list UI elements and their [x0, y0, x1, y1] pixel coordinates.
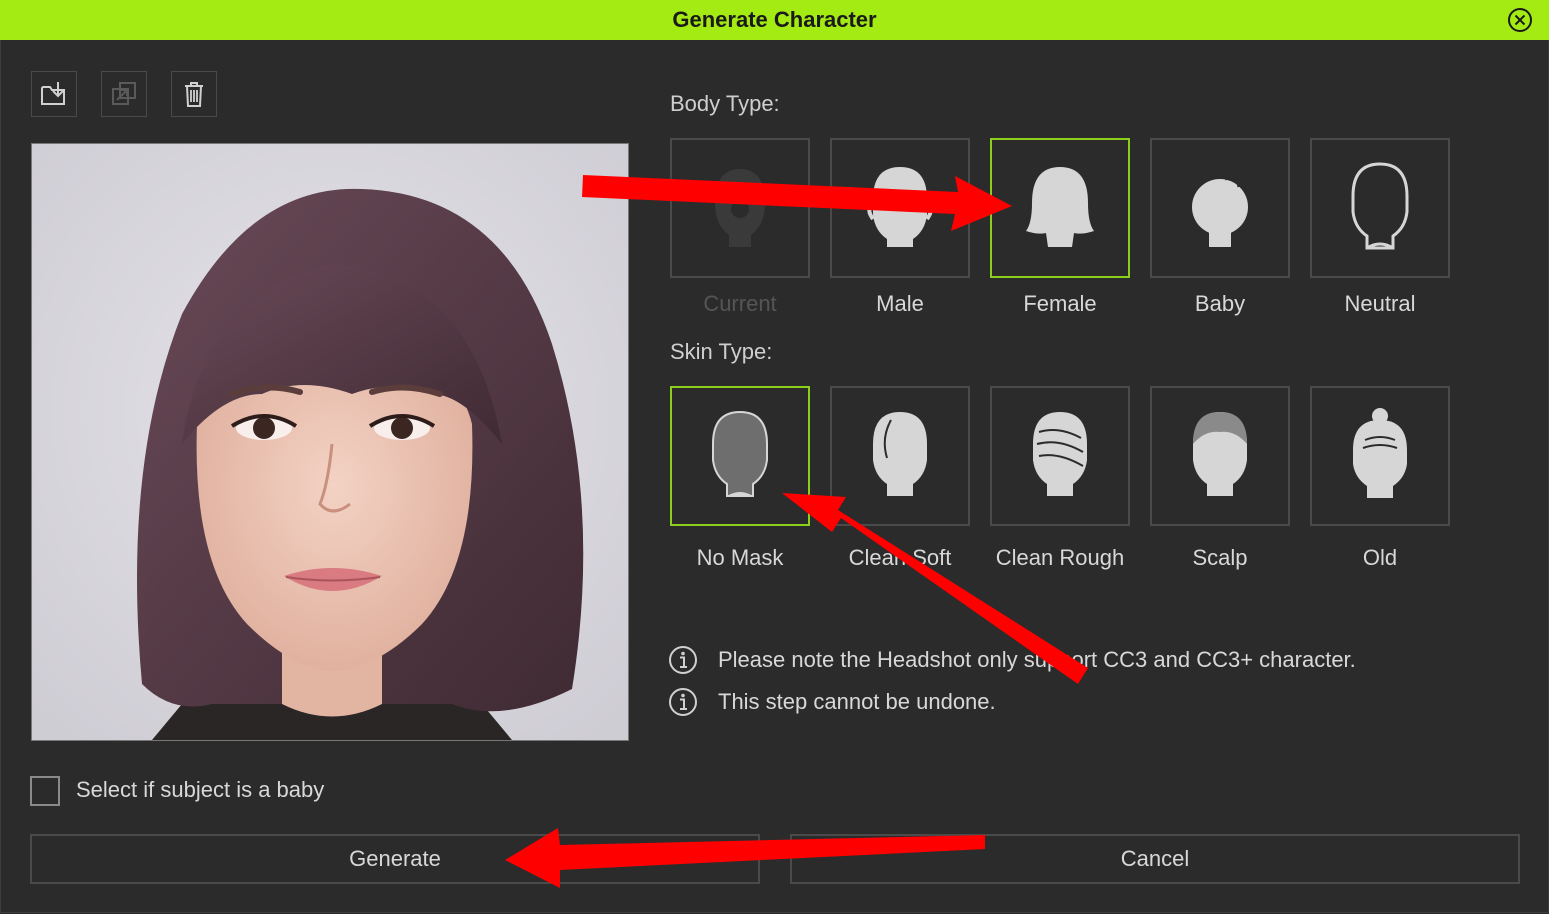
body-type-neutral[interactable]	[1310, 138, 1450, 278]
body-type-male[interactable]	[830, 138, 970, 278]
neutral-head-icon	[1351, 162, 1409, 250]
import-image-button[interactable]	[31, 71, 77, 117]
trash-icon	[185, 82, 203, 107]
current-head-icon	[715, 169, 765, 247]
female-head-icon	[1026, 167, 1094, 247]
note-text: This step cannot be undone.	[718, 689, 996, 714]
title-bar: Generate Character	[0, 0, 1549, 40]
skin-type-clean-rough[interactable]	[990, 386, 1130, 526]
close-icon[interactable]	[1507, 7, 1533, 33]
portrait-image	[32, 144, 628, 740]
skin-type-clean-rough-label: Clean Rough	[995, 545, 1125, 570]
replace-image-icon	[112, 82, 136, 105]
baby-subject-checkbox-label[interactable]: Select if subject is a baby	[76, 776, 324, 804]
folder-import-icon	[41, 82, 65, 105]
skin-type-clean-soft[interactable]	[830, 386, 970, 526]
old-head-icon	[1353, 408, 1407, 498]
generate-button[interactable]: Generate	[30, 834, 760, 884]
body-type-female[interactable]	[990, 138, 1130, 278]
body-type-baby[interactable]	[1150, 138, 1290, 278]
replace-image-button[interactable]	[101, 71, 147, 117]
no-mask-head-icon	[712, 410, 768, 497]
body-type-baby-label: Baby	[1194, 291, 1246, 316]
scalp-head-icon	[1193, 412, 1247, 496]
body-type-label: Body Type:	[670, 91, 780, 116]
skin-type-no-mask[interactable]	[670, 386, 810, 526]
info-icon	[669, 688, 697, 716]
clean-rough-head-icon	[1033, 412, 1087, 496]
note-text: Please note the Headshot only support CC…	[718, 647, 1356, 672]
body-type-current[interactable]	[670, 138, 810, 278]
skin-type-no-mask-label: No Mask	[696, 545, 784, 570]
delete-image-button[interactable]	[171, 71, 217, 117]
baby-head-icon	[1192, 176, 1248, 247]
skin-type-scalp-label: Scalp	[1192, 545, 1248, 570]
note-headshot-support: Please note the Headshot only support CC…	[668, 645, 1356, 675]
skin-type-scalp[interactable]	[1150, 386, 1290, 526]
skin-type-old-label: Old	[1362, 545, 1398, 570]
skin-type-clean-soft-label: Clean Soft	[848, 545, 952, 570]
note-cannot-undo: This step cannot be undone.	[668, 687, 996, 717]
body-type-neutral-label: Neutral	[1344, 291, 1416, 316]
cancel-button[interactable]: Cancel	[790, 834, 1520, 884]
headshot-photo-preview	[31, 143, 629, 741]
body-type-female-label: Female	[1023, 291, 1097, 316]
info-icon	[669, 646, 697, 674]
male-head-icon	[867, 167, 933, 247]
skin-type-old[interactable]	[1310, 386, 1450, 526]
window-title: Generate Character	[672, 7, 877, 32]
baby-subject-checkbox[interactable]	[30, 776, 60, 806]
clean-soft-head-icon	[873, 412, 927, 496]
body-type-current-label: Current	[703, 291, 777, 316]
skin-type-label: Skin Type:	[670, 339, 773, 364]
body-type-male-label: Male	[876, 291, 924, 316]
